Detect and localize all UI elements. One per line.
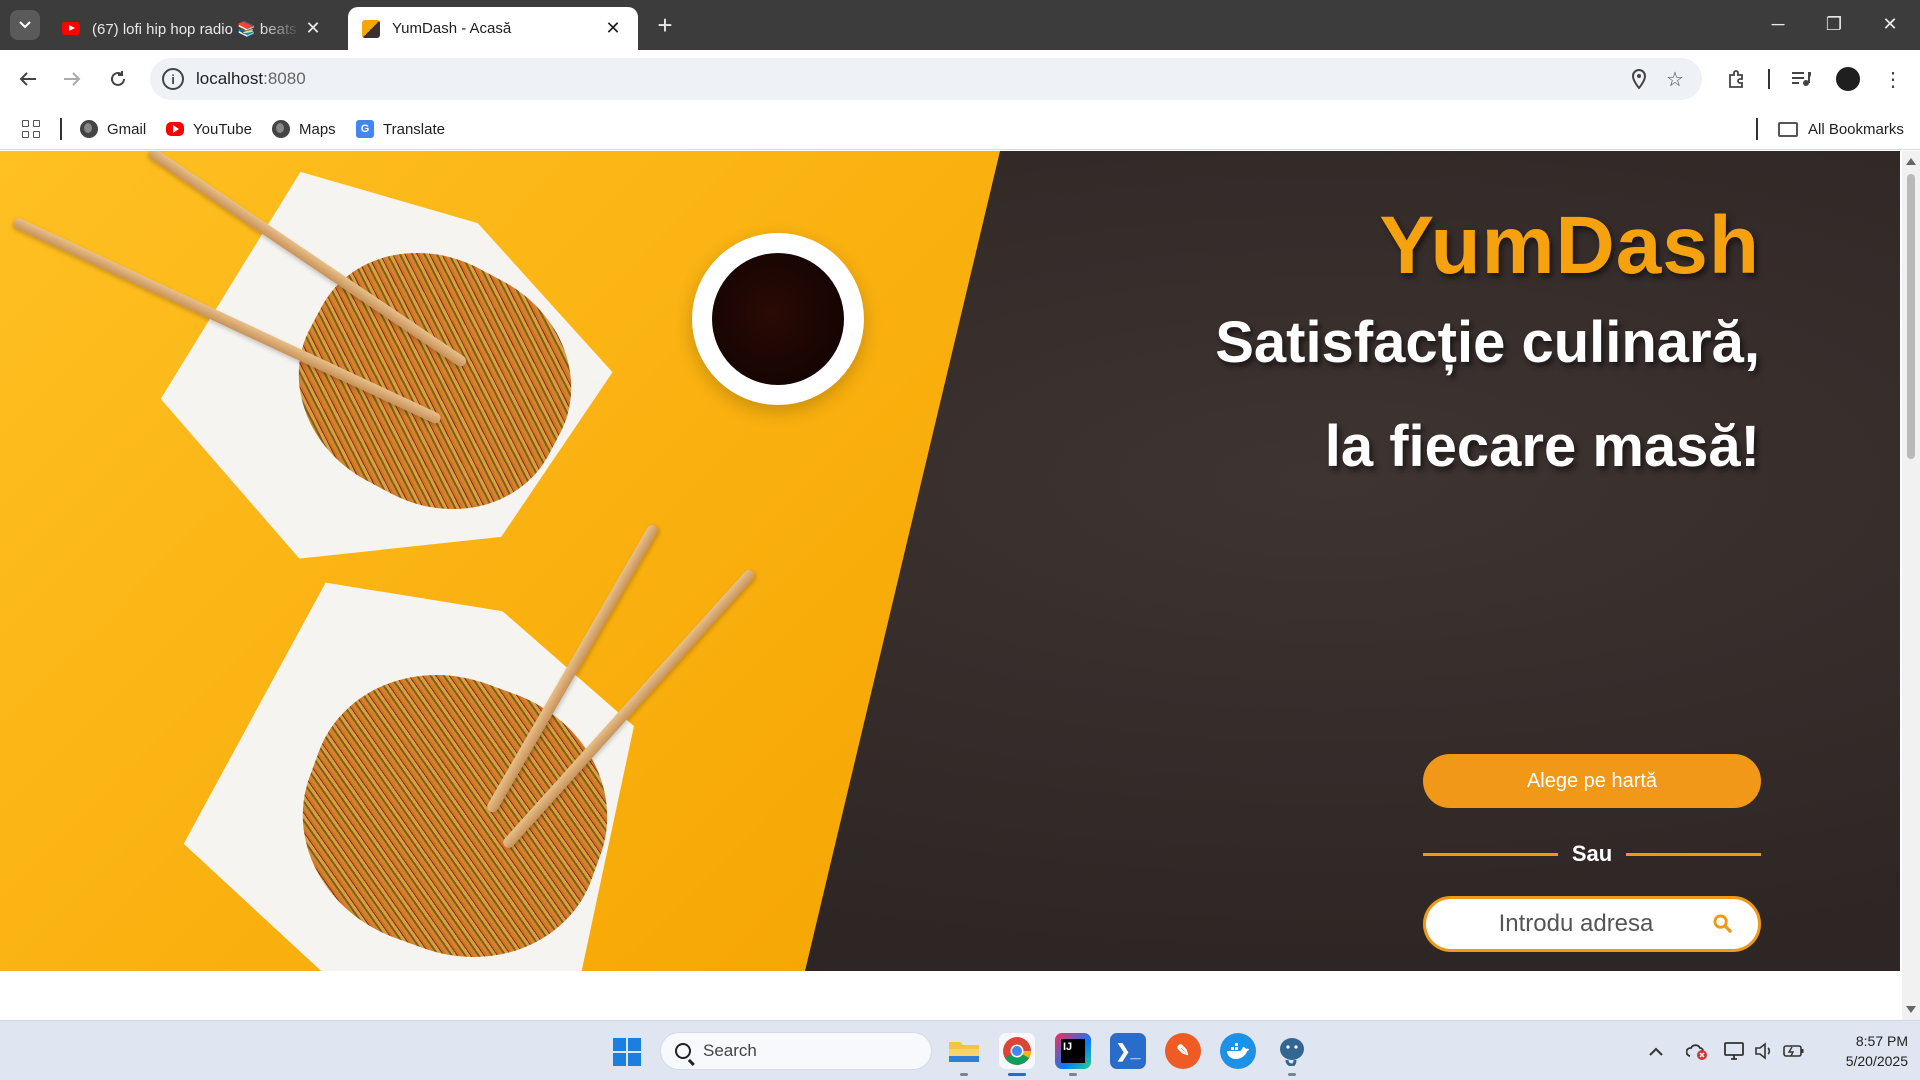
all-bookmarks[interactable]: All Bookmarks (1778, 118, 1904, 140)
postman-icon[interactable]: ✎ (1165, 1033, 1201, 1069)
reload-button[interactable] (102, 63, 134, 95)
tab-title: (67) lofi hip hop radio 📚 beats to relax… (92, 20, 302, 38)
chrome-icon[interactable] (999, 1033, 1035, 1069)
globe-icon (80, 120, 98, 138)
bookmarks-divider (1756, 118, 1758, 140)
tagline-line-2: la fiecare masă! (1324, 414, 1760, 479)
address-bar[interactable]: i localhost:8080 ☆ (150, 58, 1702, 100)
bookmark-label: Gmail (107, 120, 147, 138)
tagline-line-1: Satisfacție culinară, (1215, 310, 1760, 375)
soy-sauce-bowl (692, 233, 864, 405)
apps-grid-icon[interactable] (22, 120, 40, 138)
brand-title: YumDash (1379, 200, 1760, 291)
search-icon[interactable] (1713, 914, 1732, 933)
media-control-icon[interactable] (1786, 64, 1816, 94)
close-tab-icon[interactable]: ✕ (302, 18, 324, 40)
toolbar-divider (1768, 69, 1770, 89)
all-bookmarks-label: All Bookmarks (1808, 120, 1904, 138)
system-clock[interactable]: 8:57 PM 5/20/2025 (1808, 1031, 1908, 1071)
back-button[interactable] (12, 63, 44, 95)
bookmark-youtube[interactable]: YouTube (166, 118, 252, 140)
location-pin-icon[interactable] (1628, 68, 1650, 90)
bookmark-maps[interactable]: Maps (272, 118, 336, 140)
bookmarks-bar: Gmail YouTube Maps G Translate All Bookm… (0, 108, 1920, 150)
youtube-icon (62, 22, 80, 35)
forward-button[interactable] (56, 63, 88, 95)
or-line-right (1626, 852, 1762, 856)
scroll-up-arrow-icon[interactable] (1906, 158, 1916, 165)
running-indicator (960, 1073, 968, 1076)
tab-yumdash[interactable]: YumDash - Acasă ✕ (348, 7, 638, 50)
chevron-down-icon (19, 21, 31, 29)
soy-sauce (712, 253, 844, 385)
file-explorer-icon[interactable] (946, 1033, 982, 1069)
postgresql-icon[interactable] (1274, 1033, 1310, 1069)
chevron-up-icon[interactable] (1644, 1039, 1668, 1063)
translate-icon: G (356, 120, 374, 138)
tab-search-button[interactable] (10, 10, 40, 40)
bookmark-translate[interactable]: G Translate (356, 118, 445, 140)
youtube-icon (166, 122, 184, 136)
or-label: Sau (1571, 841, 1613, 866)
extensions-icon[interactable] (1722, 64, 1752, 94)
volume-icon[interactable] (1752, 1039, 1776, 1063)
page-viewport: YumDash Satisfacție culinară, la fiecare… (0, 151, 1900, 1020)
onedrive-error-icon[interactable] (1685, 1039, 1709, 1063)
taskbar-search[interactable]: Search (660, 1032, 932, 1070)
site-info-icon[interactable]: i (162, 68, 184, 90)
network-icon[interactable] (1722, 1039, 1746, 1063)
bookmarks-divider (60, 118, 62, 140)
close-tab-icon[interactable]: ✕ (602, 18, 624, 40)
windows-start-icon[interactable] (613, 1038, 641, 1066)
url-text[interactable]: localhost:8080 (196, 69, 306, 89)
clock-time: 8:57 PM (1855, 1033, 1908, 1049)
minimize-button[interactable]: ─ (1758, 8, 1798, 40)
restore-button[interactable]: ❐ (1814, 8, 1854, 40)
tab-title: YumDash - Acasă (392, 20, 512, 37)
new-tab-button[interactable]: + (650, 10, 680, 40)
running-indicator (1288, 1073, 1296, 1076)
running-indicator (1069, 1073, 1077, 1076)
bookmark-label: Translate (383, 120, 445, 138)
choose-on-map-button[interactable]: Alege pe hartă (1423, 754, 1761, 808)
bookmark-label: YouTube (193, 120, 252, 138)
bookmark-label: Maps (299, 120, 336, 138)
browser-tab-strip: (67) lofi hip hop radio 📚 beats to relax… (0, 0, 1920, 50)
powershell-icon[interactable]: ❯_ (1110, 1033, 1146, 1069)
url-host: localhost (196, 69, 264, 88)
or-line-left (1423, 852, 1558, 856)
browser-toolbar: i localhost:8080 ☆ ⋮ (0, 50, 1920, 108)
windows-taskbar: Search IJ ❯_ ✎ 8:57 PM 5/20/2025 (0, 1020, 1920, 1080)
clock-date: 5/20/2025 (1845, 1053, 1908, 1069)
reload-icon (111, 71, 125, 86)
docker-icon[interactable] (1220, 1033, 1256, 1069)
search-icon (675, 1043, 691, 1059)
intellij-icon[interactable]: IJ (1055, 1033, 1091, 1069)
profile-avatar[interactable] (1836, 67, 1860, 91)
scroll-down-arrow-icon[interactable] (1906, 1006, 1916, 1013)
url-port: :8080 (263, 69, 306, 88)
address-search-box (1423, 896, 1761, 952)
arrow-right-icon (64, 72, 81, 86)
bookmark-star-icon[interactable]: ☆ (1664, 68, 1686, 91)
taskbar-search-label: Search (703, 1041, 757, 1060)
yumdash-icon (362, 19, 380, 38)
bookmark-gmail[interactable]: Gmail (80, 118, 146, 140)
folder-icon (1778, 121, 1798, 137)
scrollbar-thumb[interactable] (1907, 174, 1915, 459)
address-input[interactable] (1446, 899, 1706, 949)
close-window-button[interactable]: ✕ (1870, 8, 1910, 40)
hero-section: YumDash Satisfacție culinară, la fiecare… (0, 151, 1900, 971)
running-indicator (1008, 1073, 1026, 1076)
menu-kebab-icon[interactable]: ⋮ (1878, 64, 1908, 94)
tab-lofi[interactable]: (67) lofi hip hop radio 📚 beats to relax… (48, 7, 338, 50)
battery-icon[interactable] (1782, 1039, 1806, 1063)
page-scrollbar[interactable] (1902, 151, 1920, 1020)
globe-icon (272, 120, 290, 138)
or-divider: Sau (1423, 839, 1762, 869)
arrow-left-icon (19, 72, 36, 86)
